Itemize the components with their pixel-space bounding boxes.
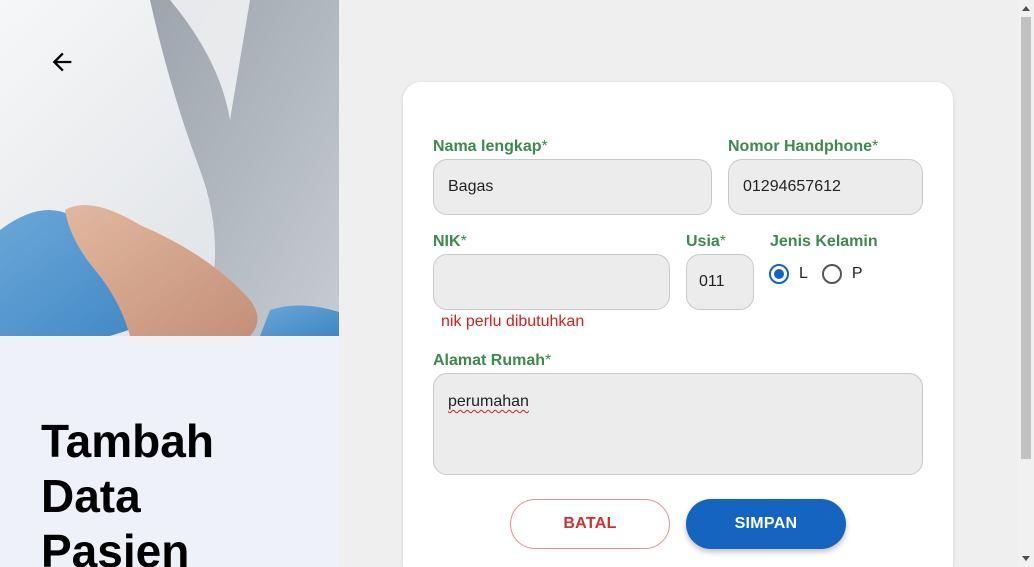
usia-label: Usia*	[686, 233, 726, 251]
arrow-left-icon	[52, 52, 72, 72]
gender-option-l-label: L	[799, 265, 808, 282]
alamat-required-mark: *	[545, 352, 552, 369]
alamat-textarea[interactable]: perumahan	[433, 373, 923, 475]
radio-checked-icon[interactable]	[769, 264, 789, 284]
phone-input[interactable]	[728, 159, 923, 215]
save-button[interactable]: SIMPAN	[686, 499, 846, 549]
scroll-up-button[interactable]	[1018, 0, 1034, 16]
usia-label-text: Usia	[686, 233, 720, 250]
hero-image	[0, 0, 339, 336]
scroll-thumb[interactable]	[1021, 17, 1031, 459]
phone-required-mark: *	[872, 138, 879, 155]
scroll-up-arrow-icon	[1022, 6, 1030, 11]
page-title-line-3: Pasien	[41, 525, 190, 567]
radio-unchecked-icon[interactable]	[821, 264, 842, 284]
main-content: Nama lengkap* Nomor Handphone* NIK* nik …	[339, 0, 1018, 567]
alamat-label: Alamat Rumah*	[433, 352, 551, 370]
phone-label-text: Nomor Handphone	[728, 138, 872, 155]
back-button[interactable]	[48, 48, 86, 86]
nik-error-message: nik perlu dibutuhkan	[441, 313, 585, 330]
nama-input[interactable]	[433, 159, 712, 215]
scroll-down-button[interactable]	[1018, 551, 1034, 567]
alamat-label-text: Alamat Rumah	[433, 352, 546, 369]
app-root: Tambah Data Pasien Nama lengkap* Nomor H…	[0, 0, 1034, 567]
page-title: Tambah Data Pasien	[41, 414, 301, 567]
nama-label: Nama lengkap*	[433, 138, 548, 156]
gender-option-l[interactable]: L	[769, 264, 808, 284]
usia-input[interactable]	[686, 254, 754, 310]
phone-label: Nomor Handphone*	[728, 138, 878, 156]
page-title-line-1: Tambah	[41, 415, 214, 467]
vertical-scrollbar[interactable]	[1018, 0, 1034, 567]
nik-label: NIK*	[433, 233, 467, 251]
usia-required-mark: *	[719, 233, 727, 250]
nik-required-mark: *	[460, 233, 467, 250]
scroll-down-arrow-icon	[1022, 556, 1030, 561]
alamat-value: perumahan	[448, 393, 529, 410]
left-panel: Tambah Data Pasien	[0, 0, 339, 567]
nik-input[interactable]	[433, 254, 670, 310]
cancel-button[interactable]: BATAL	[510, 499, 670, 549]
form-card: Nama lengkap* Nomor Handphone* NIK* nik …	[403, 82, 953, 567]
gender-option-p-label: P	[851, 265, 863, 282]
nama-required-mark: *	[541, 138, 548, 155]
nik-label-text: NIK	[433, 233, 461, 250]
gender-radio-group: L P	[769, 264, 877, 284]
gender-option-p[interactable]: P	[821, 264, 863, 284]
gender-label: Jenis Kelamin	[770, 233, 878, 250]
page-title-line-2: Data	[41, 470, 141, 522]
nama-label-text: Nama lengkap	[433, 138, 542, 155]
